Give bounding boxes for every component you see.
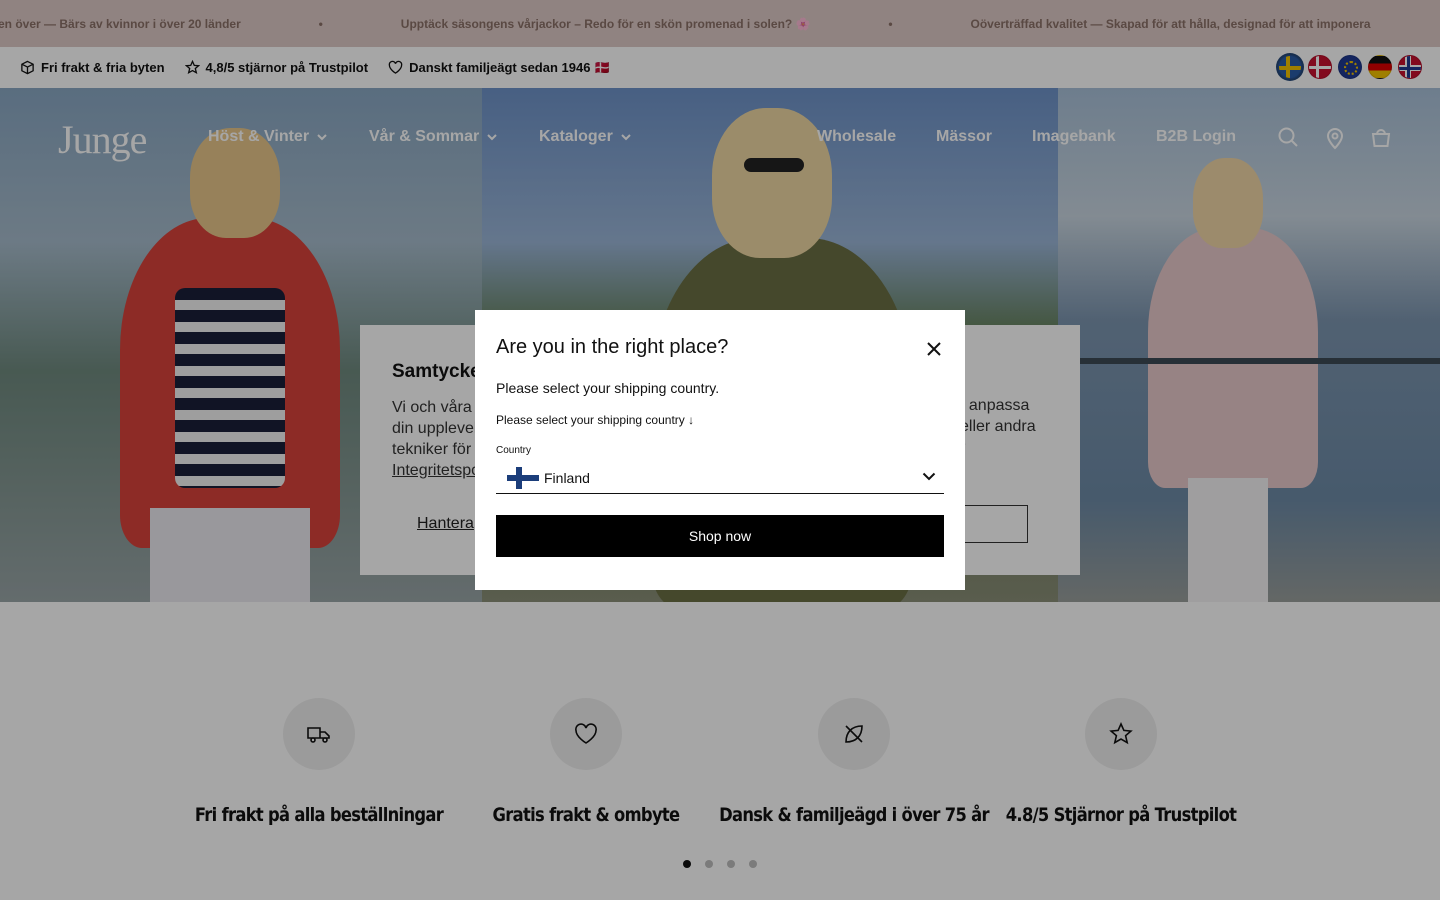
country-select-modal: Are you in the right place? Please selec… — [475, 310, 965, 590]
shop-now-button[interactable]: Shop now — [496, 515, 944, 557]
country-select-value: Finland — [544, 469, 590, 486]
country-label: Country — [496, 445, 532, 456]
flag-finland-icon — [507, 466, 539, 489]
chevron-down-icon — [922, 472, 936, 481]
modal-title: Are you in the right place? — [496, 336, 729, 358]
country-select[interactable]: Finland — [496, 462, 944, 494]
modal-subtitle: Please select your shipping country. — [496, 380, 720, 396]
close-icon[interactable] — [923, 338, 945, 360]
modal-instruction: Please select your shipping country ↓ — [496, 413, 695, 427]
consent-text-right: t anpassa eller andra r — [960, 397, 1036, 456]
privacy-policy-link[interactable]: Integritetspo — [392, 462, 480, 479]
manage-consent-link[interactable]: Hantera — [417, 515, 474, 533]
